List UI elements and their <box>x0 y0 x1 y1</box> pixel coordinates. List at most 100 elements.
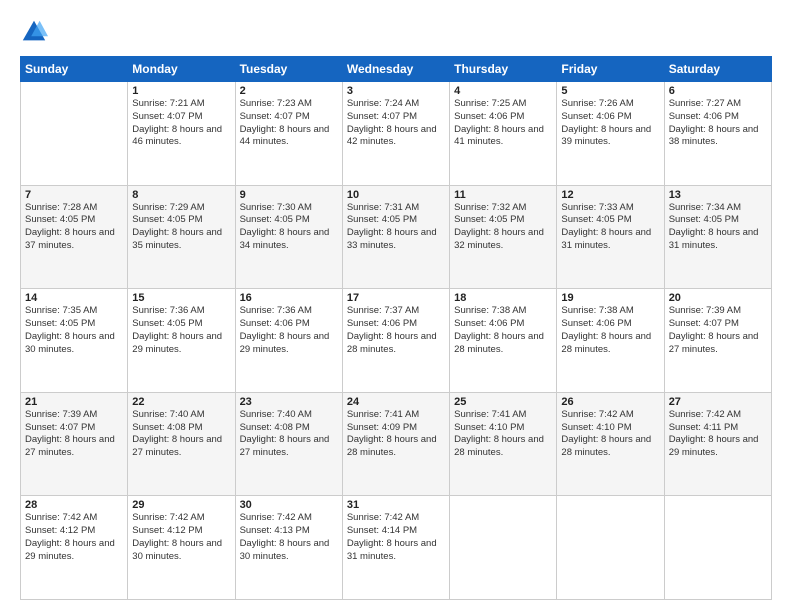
calendar-cell: 31 Sunrise: 7:42 AMSunset: 4:14 PMDaylig… <box>342 496 449 600</box>
day-number: 4 <box>454 85 552 97</box>
day-number: 16 <box>240 292 338 304</box>
calendar-cell: 29 Sunrise: 7:42 AMSunset: 4:12 PMDaylig… <box>128 496 235 600</box>
day-info: Sunrise: 7:42 AMSunset: 4:14 PMDaylight:… <box>347 512 445 563</box>
day-info: Sunrise: 7:34 AMSunset: 4:05 PMDaylight:… <box>669 202 767 253</box>
day-number: 13 <box>669 189 767 201</box>
day-info: Sunrise: 7:41 AMSunset: 4:09 PMDaylight:… <box>347 409 445 460</box>
day-info: Sunrise: 7:42 AMSunset: 4:10 PMDaylight:… <box>561 409 659 460</box>
calendar-cell: 3 Sunrise: 7:24 AMSunset: 4:07 PMDayligh… <box>342 82 449 186</box>
day-number: 25 <box>454 396 552 408</box>
calendar-cell: 28 Sunrise: 7:42 AMSunset: 4:12 PMDaylig… <box>21 496 128 600</box>
weekday-header: Wednesday <box>342 57 449 82</box>
day-number: 21 <box>25 396 123 408</box>
weekday-header: Sunday <box>21 57 128 82</box>
calendar-cell: 2 Sunrise: 7:23 AMSunset: 4:07 PMDayligh… <box>235 82 342 186</box>
header <box>20 18 772 46</box>
day-number: 14 <box>25 292 123 304</box>
day-info: Sunrise: 7:41 AMSunset: 4:10 PMDaylight:… <box>454 409 552 460</box>
weekday-header: Thursday <box>450 57 557 82</box>
day-info: Sunrise: 7:39 AMSunset: 4:07 PMDaylight:… <box>669 305 767 356</box>
weekday-header: Saturday <box>664 57 771 82</box>
calendar-cell: 26 Sunrise: 7:42 AMSunset: 4:10 PMDaylig… <box>557 392 664 496</box>
day-number: 19 <box>561 292 659 304</box>
day-info: Sunrise: 7:30 AMSunset: 4:05 PMDaylight:… <box>240 202 338 253</box>
day-info: Sunrise: 7:40 AMSunset: 4:08 PMDaylight:… <box>132 409 230 460</box>
day-number: 9 <box>240 189 338 201</box>
calendar-week-row: 21 Sunrise: 7:39 AMSunset: 4:07 PMDaylig… <box>21 392 772 496</box>
day-number: 28 <box>25 499 123 511</box>
day-number: 30 <box>240 499 338 511</box>
day-number: 22 <box>132 396 230 408</box>
day-number: 31 <box>347 499 445 511</box>
day-number: 12 <box>561 189 659 201</box>
logo-icon <box>20 18 48 46</box>
calendar-cell: 5 Sunrise: 7:26 AMSunset: 4:06 PMDayligh… <box>557 82 664 186</box>
day-info: Sunrise: 7:28 AMSunset: 4:05 PMDaylight:… <box>25 202 123 253</box>
day-info: Sunrise: 7:40 AMSunset: 4:08 PMDaylight:… <box>240 409 338 460</box>
day-info: Sunrise: 7:25 AMSunset: 4:06 PMDaylight:… <box>454 98 552 149</box>
day-info: Sunrise: 7:21 AMSunset: 4:07 PMDaylight:… <box>132 98 230 149</box>
day-info: Sunrise: 7:42 AMSunset: 4:13 PMDaylight:… <box>240 512 338 563</box>
calendar-cell: 6 Sunrise: 7:27 AMSunset: 4:06 PMDayligh… <box>664 82 771 186</box>
day-info: Sunrise: 7:32 AMSunset: 4:05 PMDaylight:… <box>454 202 552 253</box>
day-number: 11 <box>454 189 552 201</box>
day-number: 8 <box>132 189 230 201</box>
calendar-week-row: 1 Sunrise: 7:21 AMSunset: 4:07 PMDayligh… <box>21 82 772 186</box>
weekday-header: Tuesday <box>235 57 342 82</box>
calendar-cell: 9 Sunrise: 7:30 AMSunset: 4:05 PMDayligh… <box>235 185 342 289</box>
calendar-cell: 24 Sunrise: 7:41 AMSunset: 4:09 PMDaylig… <box>342 392 449 496</box>
day-info: Sunrise: 7:31 AMSunset: 4:05 PMDaylight:… <box>347 202 445 253</box>
day-info: Sunrise: 7:27 AMSunset: 4:06 PMDaylight:… <box>669 98 767 149</box>
calendar-cell: 22 Sunrise: 7:40 AMSunset: 4:08 PMDaylig… <box>128 392 235 496</box>
day-info: Sunrise: 7:42 AMSunset: 4:12 PMDaylight:… <box>25 512 123 563</box>
day-number: 26 <box>561 396 659 408</box>
day-number: 6 <box>669 85 767 97</box>
calendar-cell: 8 Sunrise: 7:29 AMSunset: 4:05 PMDayligh… <box>128 185 235 289</box>
day-number: 2 <box>240 85 338 97</box>
day-info: Sunrise: 7:26 AMSunset: 4:06 PMDaylight:… <box>561 98 659 149</box>
calendar-cell: 1 Sunrise: 7:21 AMSunset: 4:07 PMDayligh… <box>128 82 235 186</box>
day-number: 1 <box>132 85 230 97</box>
calendar-cell: 30 Sunrise: 7:42 AMSunset: 4:13 PMDaylig… <box>235 496 342 600</box>
calendar-cell: 25 Sunrise: 7:41 AMSunset: 4:10 PMDaylig… <box>450 392 557 496</box>
day-info: Sunrise: 7:42 AMSunset: 4:12 PMDaylight:… <box>132 512 230 563</box>
day-info: Sunrise: 7:38 AMSunset: 4:06 PMDaylight:… <box>454 305 552 356</box>
day-number: 17 <box>347 292 445 304</box>
calendar-cell: 23 Sunrise: 7:40 AMSunset: 4:08 PMDaylig… <box>235 392 342 496</box>
day-number: 3 <box>347 85 445 97</box>
logo <box>20 18 54 46</box>
day-number: 23 <box>240 396 338 408</box>
day-info: Sunrise: 7:23 AMSunset: 4:07 PMDaylight:… <box>240 98 338 149</box>
day-info: Sunrise: 7:42 AMSunset: 4:11 PMDaylight:… <box>669 409 767 460</box>
calendar-cell <box>664 496 771 600</box>
calendar-cell: 14 Sunrise: 7:35 AMSunset: 4:05 PMDaylig… <box>21 289 128 393</box>
day-info: Sunrise: 7:29 AMSunset: 4:05 PMDaylight:… <box>132 202 230 253</box>
day-number: 27 <box>669 396 767 408</box>
calendar-cell: 10 Sunrise: 7:31 AMSunset: 4:05 PMDaylig… <box>342 185 449 289</box>
day-number: 15 <box>132 292 230 304</box>
calendar-cell <box>21 82 128 186</box>
calendar-cell: 17 Sunrise: 7:37 AMSunset: 4:06 PMDaylig… <box>342 289 449 393</box>
day-number: 18 <box>454 292 552 304</box>
day-info: Sunrise: 7:33 AMSunset: 4:05 PMDaylight:… <box>561 202 659 253</box>
weekday-header: Friday <box>557 57 664 82</box>
calendar-cell: 16 Sunrise: 7:36 AMSunset: 4:06 PMDaylig… <box>235 289 342 393</box>
day-number: 24 <box>347 396 445 408</box>
calendar-cell: 11 Sunrise: 7:32 AMSunset: 4:05 PMDaylig… <box>450 185 557 289</box>
calendar-cell: 15 Sunrise: 7:36 AMSunset: 4:05 PMDaylig… <box>128 289 235 393</box>
calendar-cell: 12 Sunrise: 7:33 AMSunset: 4:05 PMDaylig… <box>557 185 664 289</box>
day-info: Sunrise: 7:24 AMSunset: 4:07 PMDaylight:… <box>347 98 445 149</box>
calendar-week-row: 7 Sunrise: 7:28 AMSunset: 4:05 PMDayligh… <box>21 185 772 289</box>
calendar-cell: 4 Sunrise: 7:25 AMSunset: 4:06 PMDayligh… <box>450 82 557 186</box>
calendar-week-row: 14 Sunrise: 7:35 AMSunset: 4:05 PMDaylig… <box>21 289 772 393</box>
calendar-cell: 19 Sunrise: 7:38 AMSunset: 4:06 PMDaylig… <box>557 289 664 393</box>
day-info: Sunrise: 7:37 AMSunset: 4:06 PMDaylight:… <box>347 305 445 356</box>
weekday-header: Monday <box>128 57 235 82</box>
calendar-cell <box>557 496 664 600</box>
calendar-cell: 20 Sunrise: 7:39 AMSunset: 4:07 PMDaylig… <box>664 289 771 393</box>
day-info: Sunrise: 7:36 AMSunset: 4:05 PMDaylight:… <box>132 305 230 356</box>
weekday-header-row: SundayMondayTuesdayWednesdayThursdayFrid… <box>21 57 772 82</box>
calendar-week-row: 28 Sunrise: 7:42 AMSunset: 4:12 PMDaylig… <box>21 496 772 600</box>
day-info: Sunrise: 7:39 AMSunset: 4:07 PMDaylight:… <box>25 409 123 460</box>
day-number: 20 <box>669 292 767 304</box>
